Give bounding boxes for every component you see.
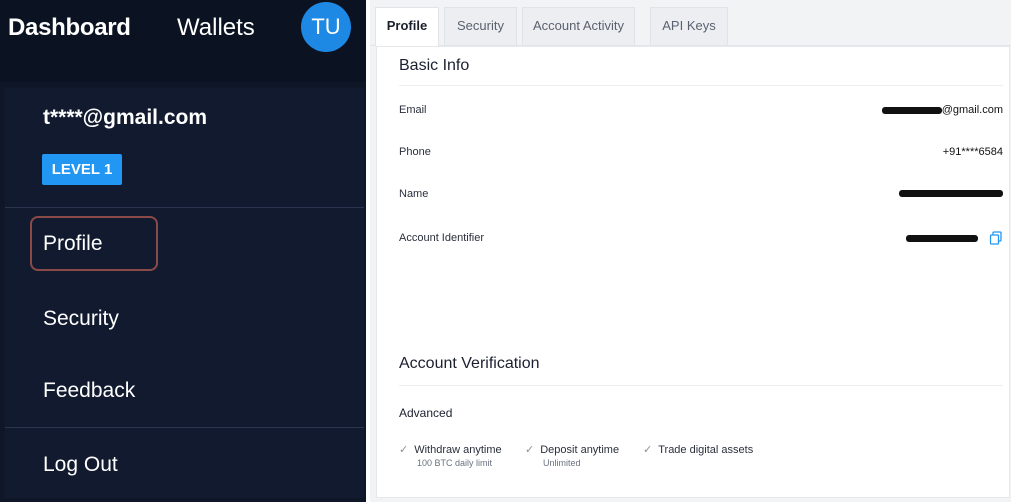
field-label-email: Email [399,104,427,116]
menu-item-feedback[interactable]: Feedback [43,379,135,403]
level-badge: LEVEL 1 [42,154,122,185]
section-divider [399,385,1003,386]
tab-bar: Profile Security Account Activity API Ke… [370,0,1011,46]
field-value-name [899,187,1003,199]
nav-dashboard-link[interactable]: Dashboard [8,14,131,42]
field-label-account-identifier: Account Identifier [399,232,484,244]
section-title-basic-info: Basic Info [399,57,470,74]
verification-level: Advanced [399,406,453,420]
menu-item-label: Profile [43,232,103,255]
field-value-account-identifier [905,231,1003,245]
check-icon: ✓ [525,444,535,456]
tab-security[interactable]: Security [444,7,517,45]
feature-title: Deposit anytime [540,444,620,456]
tab-api-keys[interactable]: API Keys [650,7,728,45]
feature-title: Trade digital assets [658,444,754,456]
redaction-mask [905,234,978,242]
copy-icon[interactable] [989,231,1003,245]
tab-profile[interactable]: Profile [375,7,439,46]
app-sidebar: Dashboard Wallets TU t****@gmail.com LEV… [0,0,366,502]
menu-divider [5,207,364,208]
menu-item-profile[interactable]: Profile [30,216,158,271]
feature-item: ✓ Withdraw anytime 100 BTC daily limit [399,440,502,468]
feature-subtitle: 100 BTC daily limit [417,458,493,468]
feature-item: ✓ Trade digital assets [643,440,753,458]
section-divider [399,85,1003,86]
field-value-phone: +91****6584 [942,146,1003,158]
menu-divider [5,427,364,428]
check-icon: ✓ [643,444,653,456]
feature-item: ✓ Deposit anytime Unlimited [525,440,620,468]
user-email: t****@gmail.com [43,106,208,129]
nav-wallets-link[interactable]: Wallets [177,14,255,42]
avatar[interactable]: TU [301,2,351,52]
menu-item-security[interactable]: Security [43,307,119,331]
check-icon: ✓ [399,444,409,456]
redaction-mask [899,189,1003,197]
top-navbar: Dashboard Wallets TU [0,0,366,82]
field-value-email: @gmail.com [881,104,1003,116]
user-dropdown-menu [5,88,364,498]
field-label-name: Name [399,188,429,200]
profile-card: Basic Info Email @gmail.com Phone +91***… [376,46,1010,498]
redaction-mask [881,106,942,114]
field-label-phone: Phone [399,146,431,158]
email-domain: @gmail.com [941,104,1003,116]
section-title-account-verification: Account Verification [399,355,540,372]
feature-title: Withdraw anytime [414,444,502,456]
tab-account-activity[interactable]: Account Activity [522,7,635,45]
settings-panel: Profile Security Account Activity API Ke… [370,0,1011,502]
feature-subtitle: Unlimited [543,458,581,468]
menu-item-logout[interactable]: Log Out [43,453,118,477]
